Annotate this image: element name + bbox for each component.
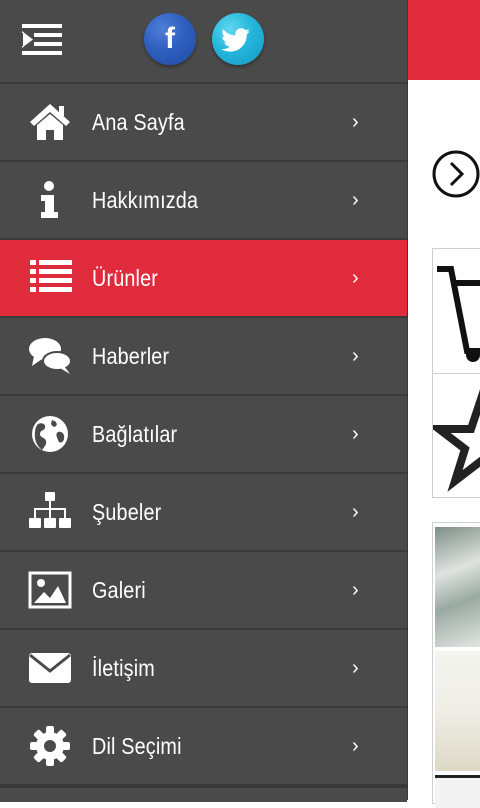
menu-item-gallery[interactable]: Galeri › <box>0 552 407 630</box>
chevron-right-icon: › <box>352 657 359 679</box>
gallery-thumbnail[interactable] <box>435 527 480 647</box>
menu-item-products[interactable]: Ürünler › <box>0 240 407 318</box>
menu-item-news[interactable]: Haberler › <box>0 318 407 396</box>
sitemap-icon <box>29 492 71 528</box>
menu-item-branches[interactable]: Şubeler › <box>0 474 407 552</box>
shopping-cart-icon <box>437 266 480 362</box>
drawer-header: f <box>0 0 407 84</box>
menu-item-home[interactable]: Ana Sayfa › <box>0 84 407 162</box>
chevron-right-icon: › <box>352 111 359 133</box>
twitter-button[interactable] <box>212 13 264 65</box>
list-icon <box>30 260 72 292</box>
card-divider <box>433 373 480 374</box>
chevron-right-icon: › <box>352 735 359 757</box>
chat-icon <box>29 338 72 374</box>
chevron-right-icon: › <box>352 189 359 211</box>
chevron-right-icon: › <box>352 579 359 601</box>
facebook-button[interactable]: f <box>144 13 196 65</box>
star-icon <box>433 389 480 492</box>
info-icon <box>41 181 58 218</box>
next-arrow-icon[interactable] <box>432 150 480 198</box>
facebook-icon: f <box>165 22 175 55</box>
menu-item-label: Ana Sayfa <box>92 109 185 135</box>
twitter-icon <box>221 28 250 52</box>
chevron-right-icon: › <box>352 345 359 367</box>
menu-item-label: Dil Seçimi <box>92 733 182 759</box>
globe-icon <box>32 416 68 452</box>
menu-item-label: Şubeler <box>92 499 162 525</box>
chevron-right-icon: › <box>352 267 359 289</box>
navigation-drawer: f Ana Sayfa › Hakkımızda › Ürünler › Hab… <box>0 0 408 802</box>
menu-item-label: İletişim <box>92 655 155 681</box>
home-icon <box>30 104 70 140</box>
menu-item-contact[interactable]: İletişim › <box>0 630 407 708</box>
chevron-right-icon: › <box>352 423 359 445</box>
feature-card[interactable] <box>432 248 480 498</box>
gallery-thumbnail[interactable] <box>435 651 480 771</box>
menu-item-label: Bağlatılar <box>92 421 178 447</box>
gallery-thumbnail[interactable] <box>435 775 480 808</box>
menu-item-label: Ürünler <box>92 265 159 291</box>
menu-item-links[interactable]: Bağlatılar › <box>0 396 407 474</box>
menu-item-language[interactable]: Dil Seçimi › <box>0 708 407 786</box>
gallery-card[interactable] <box>432 522 480 808</box>
menu-toggle-icon[interactable] <box>22 24 66 58</box>
menu-item-label: Haberler <box>92 343 170 369</box>
menu-item-label: Galeri <box>92 577 146 603</box>
drawer-menu: Ana Sayfa › Hakkımızda › Ürünler › Haber… <box>0 84 407 786</box>
menu-item-label: Hakkımızda <box>92 187 199 213</box>
chevron-right-icon: › <box>352 501 359 523</box>
gear-icon <box>30 726 70 766</box>
image-icon <box>28 571 72 609</box>
envelope-icon <box>29 653 71 683</box>
menu-item-about[interactable]: Hakkımızda › <box>0 162 407 240</box>
